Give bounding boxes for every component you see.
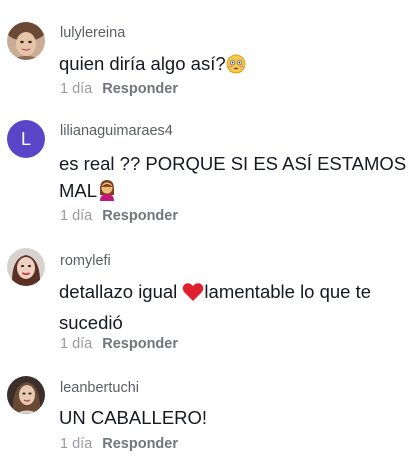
red-heart-emoji-icon [182, 282, 204, 309]
reply-button[interactable]: Responder [102, 81, 178, 97]
avatar[interactable] [7, 248, 45, 286]
avatar-initial: L [20, 128, 31, 149]
reply-button[interactable]: Responder [102, 436, 178, 452]
comment-meta: 1 día Responder [60, 81, 178, 97]
avatar[interactable] [7, 22, 45, 60]
comment-time: 1 día [60, 208, 93, 224]
reply-button[interactable]: Responder [102, 336, 178, 352]
comment-list: lulylereina quien diría algo así? 1 día R… [0, 0, 420, 469]
comment-meta: 1 día Responder [60, 436, 178, 452]
woman-facepalming-emoji-icon [97, 179, 117, 208]
avatar[interactable]: L [7, 120, 45, 158]
username[interactable]: leanbertuchi [60, 380, 139, 396]
comment-time: 1 día [60, 336, 93, 352]
comment-text: UN CABALLERO! [59, 407, 208, 428]
comment-time: 1 día [60, 436, 93, 452]
comment-text: es real ?? PORQUE SI ES ASÍ ESTAMOS MAL [59, 150, 409, 208]
username[interactable]: lilianaguimaraes4 [60, 123, 173, 139]
comment-meta: 1 día Responder [60, 208, 178, 224]
comment-time: 1 día [60, 81, 93, 97]
username[interactable]: lulylereina [60, 25, 125, 41]
avatar[interactable] [7, 376, 45, 414]
username[interactable]: romylefi [60, 253, 111, 269]
comment-meta: 1 día Responder [60, 336, 178, 352]
reply-button[interactable]: Responder [102, 208, 178, 224]
comment-text: detallazo igual lamentable lo que te suc… [59, 281, 372, 333]
flushed-face-emoji-icon [226, 54, 246, 81]
comment-text: quien diría algo así? [59, 50, 409, 81]
